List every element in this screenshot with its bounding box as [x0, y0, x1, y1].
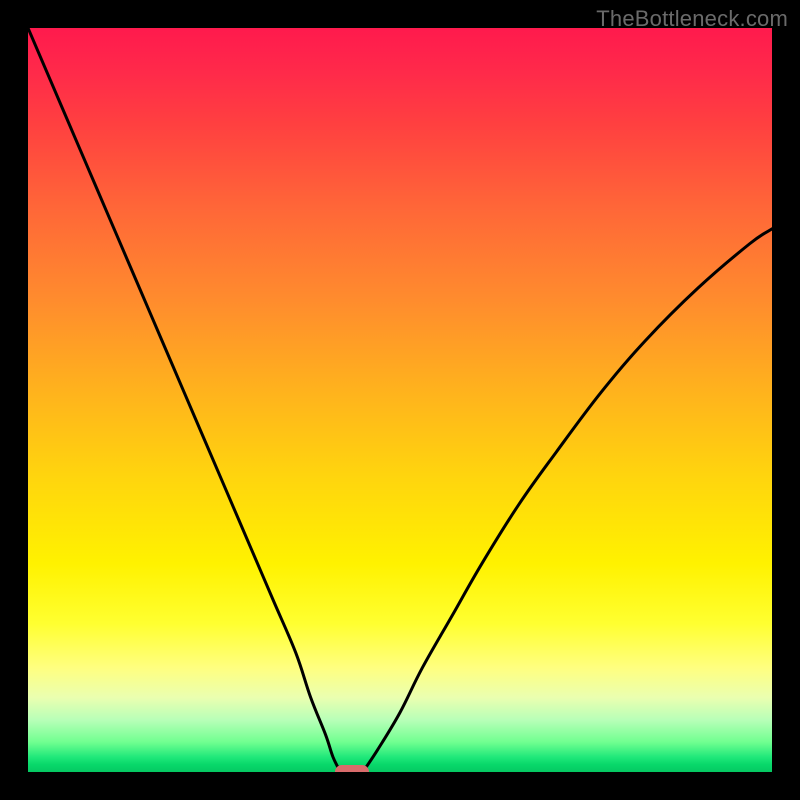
vertex-marker: [335, 765, 369, 772]
curve-layer: [28, 28, 772, 772]
left-curve-path: [28, 28, 340, 772]
chart-frame: TheBottleneck.com: [0, 0, 800, 800]
watermark-text: TheBottleneck.com: [596, 6, 788, 32]
plot-area: [28, 28, 772, 772]
right-curve-path: [363, 229, 772, 772]
